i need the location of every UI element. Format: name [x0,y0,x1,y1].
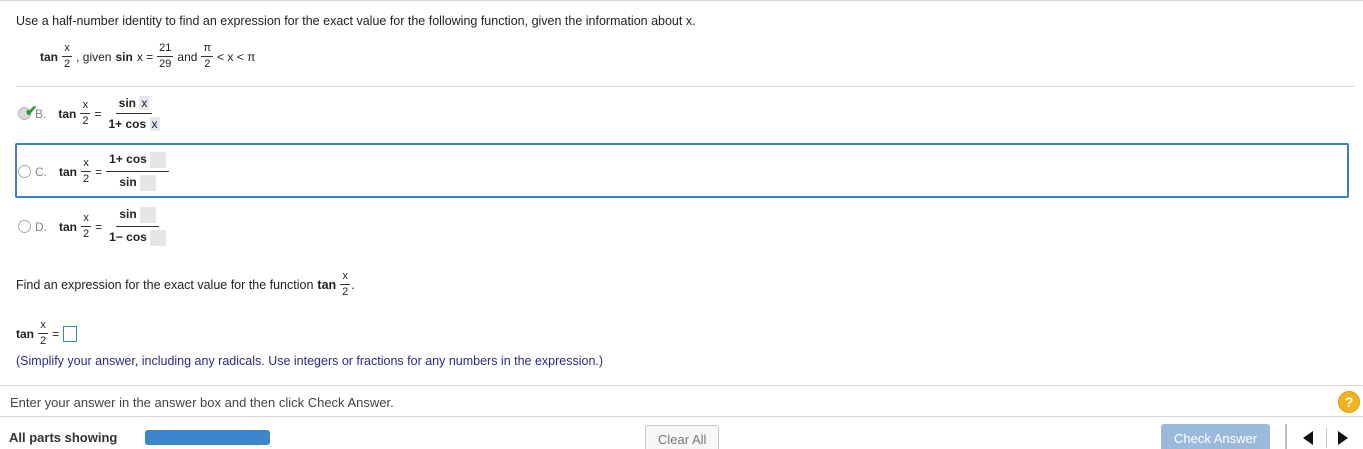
option-c-fraction: 1+ cos sin [106,152,170,191]
answer-input[interactable] [63,325,78,342]
arrow-right-icon [1338,431,1348,445]
answer-equals: = [52,326,60,341]
option-c-letter: C. [35,164,47,179]
option-b-tan: tan [58,106,77,121]
option-c[interactable]: C. tan x 2 = 1+ cos sin [18,152,170,191]
option-c-half-x: x 2 [81,157,92,185]
answer-line: tan x 2 = [16,319,78,347]
pi-over-two-fraction: π 2 [201,42,214,70]
option-d-half-x: x 2 [81,212,92,240]
nav-divider [1285,424,1287,449]
option-d-radio[interactable] [18,220,31,233]
option-b[interactable]: ✔ B. tan x 2 = sin x 1+ cos x [18,96,163,131]
sin-value-fraction: 21 29 [157,42,174,70]
part2-prompt-line: Find an expression for the exact value f… [16,271,355,298]
option-b-fraction: sin x 1+ cos x [108,96,160,131]
x-equals: x = [136,49,154,64]
checkmark-icon: ✔ [25,103,38,120]
footer-hint: Enter your answer in the answer box and … [10,395,394,410]
part2-period: . [351,277,355,292]
help-icon[interactable]: ? [1338,391,1360,413]
option-d-num-blank [140,207,156,223]
option-d-tan: tan [59,219,77,234]
option-d-fraction: sin 1− cos [106,207,169,246]
part2-half-x: x 2 [340,270,351,298]
parts-progress-fill [145,430,270,445]
option-d[interactable]: D. tan x 2 = sin 1− cos [18,207,169,246]
tan-label: tan [40,49,58,64]
nav-separator [1326,428,1327,448]
option-d-equals: = [95,219,103,234]
next-button[interactable] [1328,427,1358,449]
option-c-tan: tan [59,164,77,179]
question-instruction: Use a half-number identity to find an ex… [16,14,696,28]
option-d-letter: D. [35,219,47,234]
half-x-fraction: x 2 [62,42,73,70]
arrow-left-icon [1303,431,1313,445]
parts-label: All parts showing [9,430,118,445]
option-c-num-blank [150,152,167,168]
option-d-den-blank [150,230,167,246]
option-c-den-blank [140,175,156,191]
option-c-focus-box[interactable] [15,143,1349,198]
sin-label: sin [115,49,133,64]
answer-tan: tan [16,326,34,341]
and-text: and [177,49,198,64]
simplify-note: (Simplify your answer, including any rad… [16,354,604,368]
option-b-radio[interactable]: ✔ [18,103,38,120]
part2-prompt: Find an expression for the exact value f… [16,277,314,292]
given-text: , given [76,49,112,64]
answer-half-x: x 2 [38,319,49,347]
clear-all-button[interactable]: Clear All [645,425,720,449]
option-c-radio[interactable] [18,165,31,178]
option-b-equals: = [94,106,102,121]
given-expression: tan x 2 , given sin x = 21 29 and π 2 < … [40,43,255,70]
previous-button[interactable] [1293,427,1323,449]
check-answer-button[interactable]: Check Answer [1161,424,1271,449]
parts-progress-bar [145,430,270,445]
interval-text: < x < π [217,49,256,64]
part2-tan: tan [317,277,337,292]
option-b-half-x: x 2 [80,99,91,127]
option-c-equals: = [95,164,103,179]
